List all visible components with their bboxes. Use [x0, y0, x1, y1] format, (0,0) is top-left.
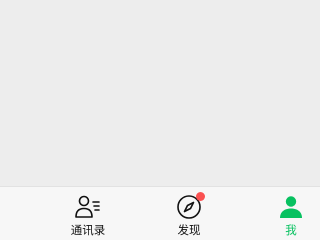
tab-me[interactable]: 我 — [256, 187, 320, 240]
bottom-tab-bar: 通讯录 发现 我 — [0, 186, 320, 240]
person-icon — [277, 193, 305, 221]
content-area — [0, 0, 320, 186]
compass-icon — [175, 192, 205, 221]
tab-contacts-label: 通讯录 — [70, 223, 106, 237]
app-screen: 通讯录 发现 我 — [0, 0, 320, 240]
contacts-icon — [74, 193, 102, 221]
badge-dot — [196, 192, 205, 201]
tab-contacts[interactable]: 通讯录 — [53, 187, 123, 240]
tab-discover-label: 发现 — [177, 223, 201, 237]
tab-discover[interactable]: 发现 — [154, 187, 224, 240]
tab-me-label: 我 — [285, 223, 297, 237]
